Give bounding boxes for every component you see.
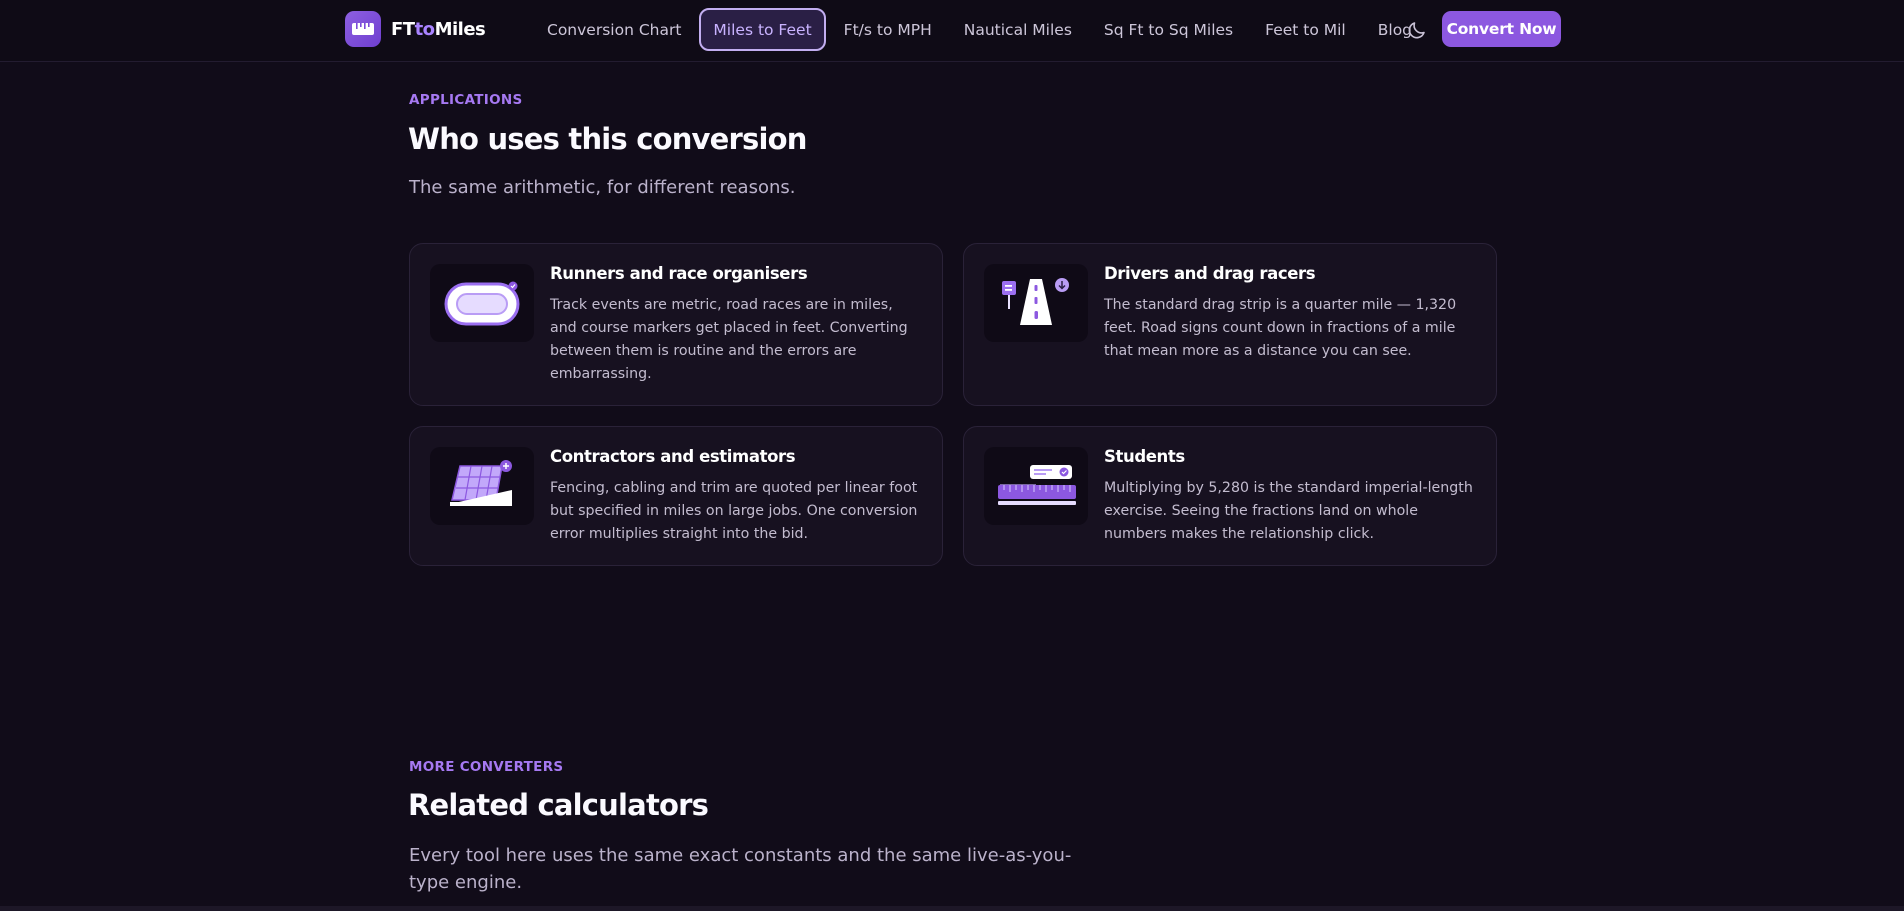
card-title: Runners and race organisers: [550, 264, 808, 283]
brand-name: FTtoMiles: [391, 18, 486, 40]
nav-links: Conversion Chart Miles to Feet Ft/s to M…: [533, 8, 1430, 51]
road-icon: [984, 264, 1088, 342]
nav-link-sq-ft-to-sq-miles[interactable]: Sq Ft to Sq Miles: [1090, 8, 1247, 51]
applications-eyebrow: APPLICATIONS: [409, 92, 523, 108]
card-text: The standard drag strip is a quarter mil…: [1104, 297, 1457, 359]
card-title: Contractors and estimators: [550, 447, 796, 466]
brand-name-miles: Miles: [434, 18, 486, 40]
convert-now-button[interactable]: Convert Now: [1442, 11, 1561, 47]
moon-icon[interactable]: [1405, 18, 1429, 42]
applications-lead: The same arithmetic, for different reaso…: [409, 177, 796, 198]
brand-name-to: to: [414, 18, 435, 40]
nav-link-fts-to-mph[interactable]: Ft/s to MPH: [830, 8, 946, 51]
top-navbar: FTtoMiles Conversion Chart Miles to Feet…: [0, 0, 1904, 62]
related-calculators-lead-line-2: type engine.: [409, 872, 523, 893]
card-title: Students: [1104, 447, 1185, 466]
ruler-logo-icon: [345, 11, 381, 47]
application-card-drivers: Drivers and drag racers The standard dra…: [963, 243, 1497, 406]
applications-title: Who uses this conversion: [408, 122, 807, 156]
race-track-icon: [430, 264, 534, 342]
application-card-students: Students Multiplying by 5,280 is the sta…: [963, 426, 1497, 566]
card-text: Multiplying by 5,280 is the standard imp…: [1104, 480, 1473, 542]
related-calculators-title: Related calculators: [408, 788, 709, 822]
nav-link-nautical-miles[interactable]: Nautical Miles: [950, 8, 1086, 51]
brand-logo-link[interactable]: FTtoMiles: [345, 11, 486, 47]
nav-link-miles-to-feet[interactable]: Miles to Feet: [699, 8, 826, 51]
card-text: Track events are metric, road races are …: [550, 297, 908, 382]
card-text: Fencing, cabling and trim are quoted per…: [550, 480, 918, 542]
application-card-runners: Runners and race organisers Track events…: [409, 243, 943, 406]
ruler-icon: [984, 447, 1088, 525]
fence-grid-icon: [430, 447, 534, 525]
nav-link-conversion-chart[interactable]: Conversion Chart: [533, 8, 695, 51]
card-title: Drivers and drag racers: [1104, 264, 1316, 283]
page-bottom-edge: [0, 906, 1904, 911]
nav-link-feet-to-mil[interactable]: Feet to Mil: [1251, 8, 1360, 51]
brand-name-ft: FT: [391, 18, 415, 40]
more-converters-eyebrow: MORE CONVERTERS: [409, 759, 564, 775]
application-card-contractors: Contractors and estimators Fencing, cabl…: [409, 426, 943, 566]
related-calculators-lead-line-1: Every tool here uses the same exact cons…: [409, 845, 1072, 866]
